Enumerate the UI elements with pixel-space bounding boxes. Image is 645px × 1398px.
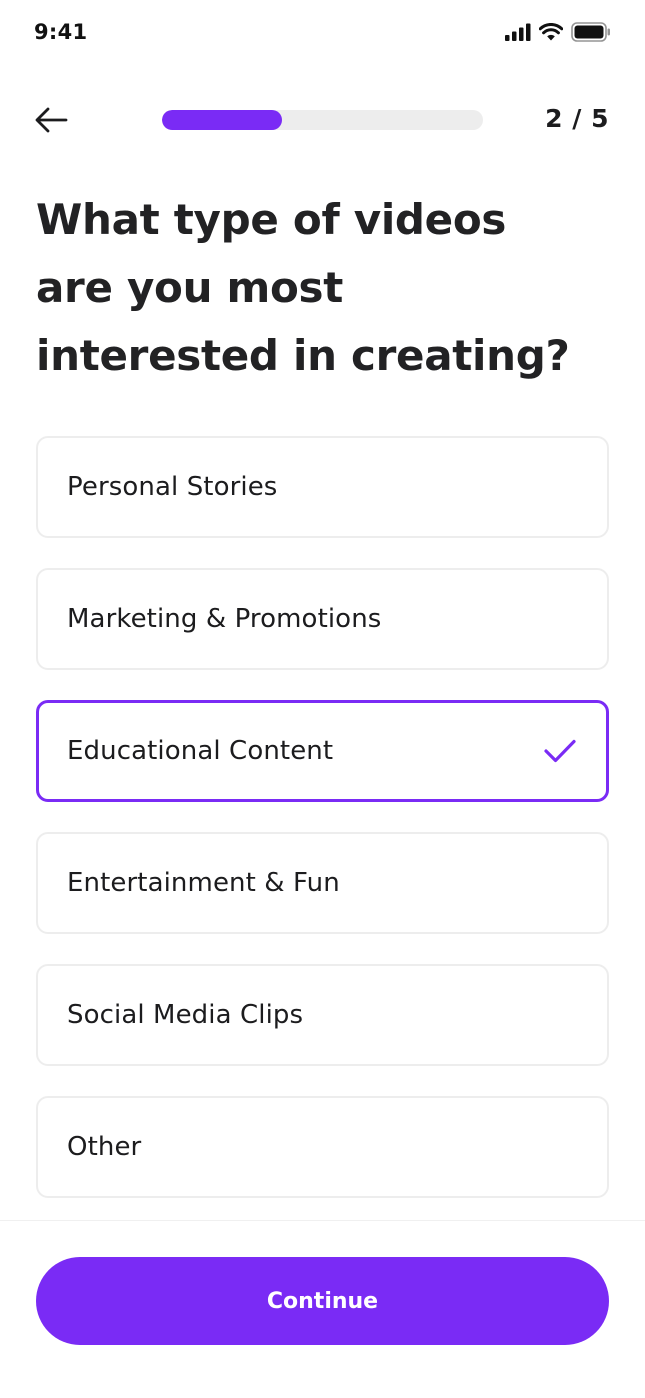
option-label: Personal Stories xyxy=(67,472,278,502)
question-title: What type of videos are you most interes… xyxy=(36,195,570,380)
arrow-left-icon xyxy=(35,107,68,133)
option-list: Personal Stories Marketing & Promotions … xyxy=(36,436,609,1228)
option-marketing-promotions[interactable]: Marketing & Promotions xyxy=(36,568,609,670)
option-other[interactable]: Other xyxy=(36,1096,609,1198)
status-bar: 9:41 xyxy=(0,0,645,64)
option-label: Other xyxy=(67,1132,142,1162)
onboarding-screen: 9:41 2 / 5 What type of videos are you m… xyxy=(0,0,645,1398)
battery-icon xyxy=(571,22,610,42)
option-social-media-clips[interactable]: Social Media Clips xyxy=(36,964,609,1066)
option-label: Entertainment & Fun xyxy=(67,868,340,898)
option-label: Social Media Clips xyxy=(67,1000,304,1030)
progress-bar-fill xyxy=(162,110,283,130)
step-counter: 2 / 5 xyxy=(545,104,609,133)
status-time: 9:41 xyxy=(34,20,88,44)
back-button[interactable] xyxy=(34,102,74,138)
signal-icon xyxy=(505,23,531,41)
option-label: Educational Content xyxy=(67,736,334,766)
status-icons xyxy=(505,22,611,42)
option-entertainment-fun[interactable]: Entertainment & Fun xyxy=(36,832,609,934)
progress-bar xyxy=(162,110,483,130)
option-personal-stories[interactable]: Personal Stories xyxy=(36,436,609,538)
footer-divider xyxy=(0,1220,645,1221)
wifi-icon xyxy=(539,23,563,41)
header: 2 / 5 xyxy=(0,88,645,152)
option-label: Marketing & Promotions xyxy=(67,604,382,634)
check-icon xyxy=(544,739,576,763)
continue-button[interactable]: Continue xyxy=(36,1257,609,1345)
option-educational-content[interactable]: Educational Content xyxy=(36,700,609,802)
